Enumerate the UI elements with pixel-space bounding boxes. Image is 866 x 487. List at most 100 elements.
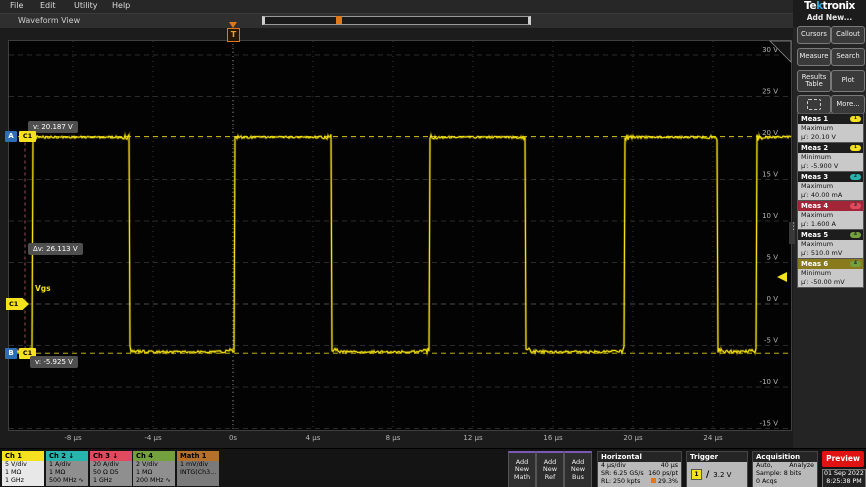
svg-text:4 μs: 4 μs [306,434,321,442]
search-button[interactable]: Search [831,48,865,66]
svg-text:12 μs: 12 μs [463,434,483,442]
meas-value: μ′: 1.600 A [801,220,863,229]
svg-text:-15 V: -15 V [760,420,779,428]
channel-badge-ch3[interactable]: Ch 3 ↓ 20 A/div50 Ω D51 GHz [90,451,132,486]
meas-name: Meas 5 [801,231,828,239]
meas-badge-1[interactable]: Meas 11 Maximumμ′: 20.10 V [797,113,864,141]
svg-text:16 μs: 16 μs [543,434,563,442]
channel-name: Math 1 [180,452,207,460]
svg-text:-8 μs: -8 μs [64,434,82,442]
record-view-trigger-marker[interactable] [336,16,342,24]
cursors-button[interactable]: Cursors [797,26,831,44]
trigger-source-badge: 1 [691,469,702,480]
meas-badge-4[interactable]: Meas 43 Maximumμ′: 1.600 A [797,200,864,228]
tektronix-logo: Tektronix [793,0,866,12]
meas-value: μ′: 20.10 V [801,133,863,142]
results-table-button[interactable]: Results Table [797,70,831,92]
cursor-b-readout[interactable]: v: -5.925 V [30,356,78,368]
meas-source-pill: 1 [850,145,861,151]
tab-bar: Waveform View [0,13,793,28]
svg-text:20 μs: 20 μs [623,434,643,442]
trigger-level-arrow-icon[interactable] [777,272,787,282]
meas-name: Meas 1 [801,115,828,123]
channel-name: Ch 1 [5,452,22,460]
meas-badge-6[interactable]: Meas 64 Minimumμ′: -50.00 mV [797,258,864,286]
svg-text:-10 V: -10 V [760,378,779,386]
more-button[interactable]: More... [831,95,865,114]
channel-badge-ch2[interactable]: Ch 2 ↓ 1 A/div1 MΩ500 MHz ∿ [46,451,88,486]
svg-text:0s: 0s [229,434,237,442]
channel-name: Ch 2 [49,452,66,460]
trigger-position-icon [651,478,656,483]
svg-text:-4 μs: -4 μs [144,434,162,442]
add-new-ref-button[interactable]: Add New Ref [536,451,564,487]
date-label: 01 Sep 2022 [823,470,865,478]
svg-text:8 μs: 8 μs [386,434,401,442]
channel-badge-ch1[interactable]: Ch 1 5 V/div1 MΩ1 GHz [2,451,44,486]
channel-name: Ch 3 [93,452,110,460]
channel-name: Ch 4 [136,452,153,460]
trigger-slope-icon: ∕ [706,470,709,480]
meas-stat: Minimum [801,153,863,162]
cursor-a-badge[interactable]: A [5,131,17,142]
add-new-math-button[interactable]: Add New Math [508,451,536,487]
meas-stat: Maximum [801,211,863,220]
cursor-a-source-tag: C1 [19,131,36,142]
menu-bar: File Edit Utility Help [0,0,793,13]
bandwidth-limit-icon: ∿ [79,477,84,484]
svg-text:5 V: 5 V [767,254,779,262]
preview-button[interactable]: Preview [822,451,864,467]
svg-text:15 V: 15 V [762,171,778,179]
callout-button[interactable]: Callout [831,26,865,44]
time-label: 8:25:38 PM [823,478,865,486]
waveform-graticule[interactable]: 30 V25 V20 V15 V10 V5 V0 V-5 V-10 V-15 V… [8,40,792,444]
plot-button[interactable]: Plot [831,70,865,92]
tab-waveform-view[interactable]: Waveform View [18,16,80,25]
record-view-bar[interactable] [262,16,531,25]
waveform-svg: 30 V25 V20 V15 V10 V5 V0 V-5 V-10 V-15 V… [8,40,792,444]
meas-name: Meas 3 [801,173,828,181]
meas-name: Meas 6 [801,260,828,268]
svg-text:-5 V: -5 V [764,337,778,345]
channel-badge-ch4[interactable]: Ch 4 2 V/div1 MΩ200 MHz ∿ [133,451,175,486]
svg-text:25 V: 25 V [762,88,778,96]
zoom-mode-icon [807,99,821,110]
svg-text:10 V: 10 V [762,212,778,220]
datetime-display: 01 Sep 2022 8:25:38 PM [822,469,866,487]
bandwidth-limit-icon: ∿ [166,477,171,484]
menu-file[interactable]: File [10,1,23,10]
horizontal-panel[interactable]: Horizontal 4 μs/div40 μs SR: 6.25 GS/s16… [597,451,682,486]
meas-source-pill: 4 [850,232,861,238]
brand-area: Tektronix Add New... [793,0,866,27]
zoom-mode-button[interactable] [797,95,831,114]
meas-value: μ′: -50.00 mV [801,278,863,287]
meas-stat: Maximum [801,240,863,249]
meas-stat: Minimum [801,269,863,278]
add-new-bus-button[interactable]: Add New Bus [564,451,592,487]
meas-stat: Maximum [801,182,863,191]
meas-value: μ′: 40.00 mA [801,191,863,200]
menu-edit[interactable]: Edit [40,1,56,10]
menu-help[interactable]: Help [112,1,130,10]
cursor-b-badge[interactable]: B [5,348,17,359]
meas-badge-2[interactable]: Meas 21 Minimumμ′: -5.900 V [797,142,864,170]
graticule-drag-handle[interactable]: ⋮ [789,222,795,244]
menu-utility[interactable]: Utility [74,1,98,10]
meas-name: Meas 4 [801,202,828,210]
trigger-level-value: 3.2 V [713,471,731,479]
acquisition-panel[interactable]: Acquisition Auto,Analyze Sample: 8 bits … [752,451,818,486]
math-badge[interactable]: Math 1 1 mV/divINTG(Ch3... [177,451,219,486]
cursor-delta-readout[interactable]: Δv: 26.113 V [28,243,83,255]
meas-source-pill: 1 [850,116,861,122]
trigger-panel[interactable]: Trigger 1 ∕ 3.2 V [686,451,748,486]
signal-name-label: Vgs [35,284,51,293]
trigger-position-flag[interactable]: T [227,28,240,42]
measure-button[interactable]: Measure [797,48,831,66]
svg-text:24 μs: 24 μs [703,434,723,442]
trigger-title: Trigger [686,451,748,462]
horizontal-title: Horizontal [597,451,682,462]
meas-badge-5[interactable]: Meas 54 Maximumμ′: 510.0 mV [797,229,864,257]
meas-badge-3[interactable]: Meas 32 Maximumμ′: 40.00 mA [797,171,864,199]
add-new-label[interactable]: Add New... [793,12,866,23]
settings-bar: Ch 1 5 V/div1 MΩ1 GHz Ch 2 ↓ 1 A/div1 MΩ… [0,448,866,487]
